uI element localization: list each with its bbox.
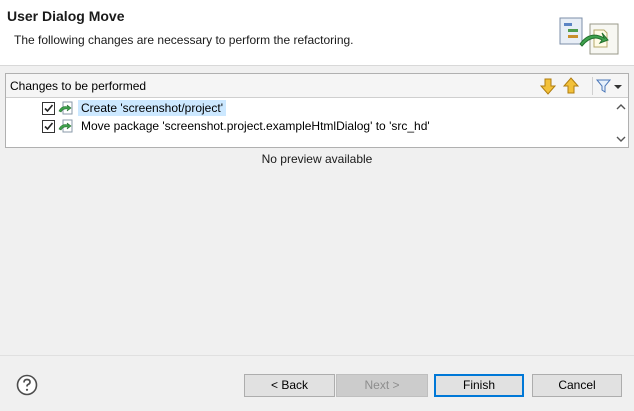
changes-title: Changes to be performed <box>10 79 147 93</box>
wizard-header: User Dialog Move The following changes a… <box>0 0 634 66</box>
dialog-subtitle: The following changes are necessary to p… <box>14 33 354 47</box>
next-button[interactable]: Next > <box>336 374 428 397</box>
refactoring-wizard-icon <box>559 17 619 55</box>
arrow-up-icon[interactable] <box>562 77 580 95</box>
scroll-up-icon[interactable] <box>615 101 627 113</box>
changes-header: Changes to be performed <box>6 74 628 98</box>
filter-icon[interactable] <box>595 77 613 95</box>
help-icon[interactable] <box>16 374 38 396</box>
button-bar-separator <box>0 355 634 356</box>
scroll-down-icon[interactable] <box>615 133 627 145</box>
finish-button[interactable]: Finish <box>434 374 524 397</box>
change-label[interactable]: Create 'screenshot/project' <box>78 100 226 116</box>
cancel-button[interactable]: Cancel <box>532 374 622 397</box>
change-label[interactable]: Move package 'screenshot.project.example… <box>78 118 433 134</box>
preview-message: No preview available <box>261 152 373 166</box>
change-icon <box>58 119 73 133</box>
chevron-down-icon[interactable] <box>612 77 624 95</box>
tree-row[interactable]: Move package 'screenshot.project.example… <box>42 117 433 135</box>
changes-panel: Changes to be performed Create 'screensh… <box>5 73 629 148</box>
toolbar-separator <box>592 77 593 95</box>
arrow-down-icon[interactable] <box>539 77 557 95</box>
back-button[interactable]: < Back <box>244 374 335 397</box>
dialog-title: User Dialog Move <box>7 8 125 24</box>
change-checkbox[interactable] <box>42 101 55 115</box>
change-icon <box>58 101 73 115</box>
tree-row[interactable]: Create 'screenshot/project' <box>42 99 226 117</box>
change-checkbox[interactable] <box>42 119 55 133</box>
